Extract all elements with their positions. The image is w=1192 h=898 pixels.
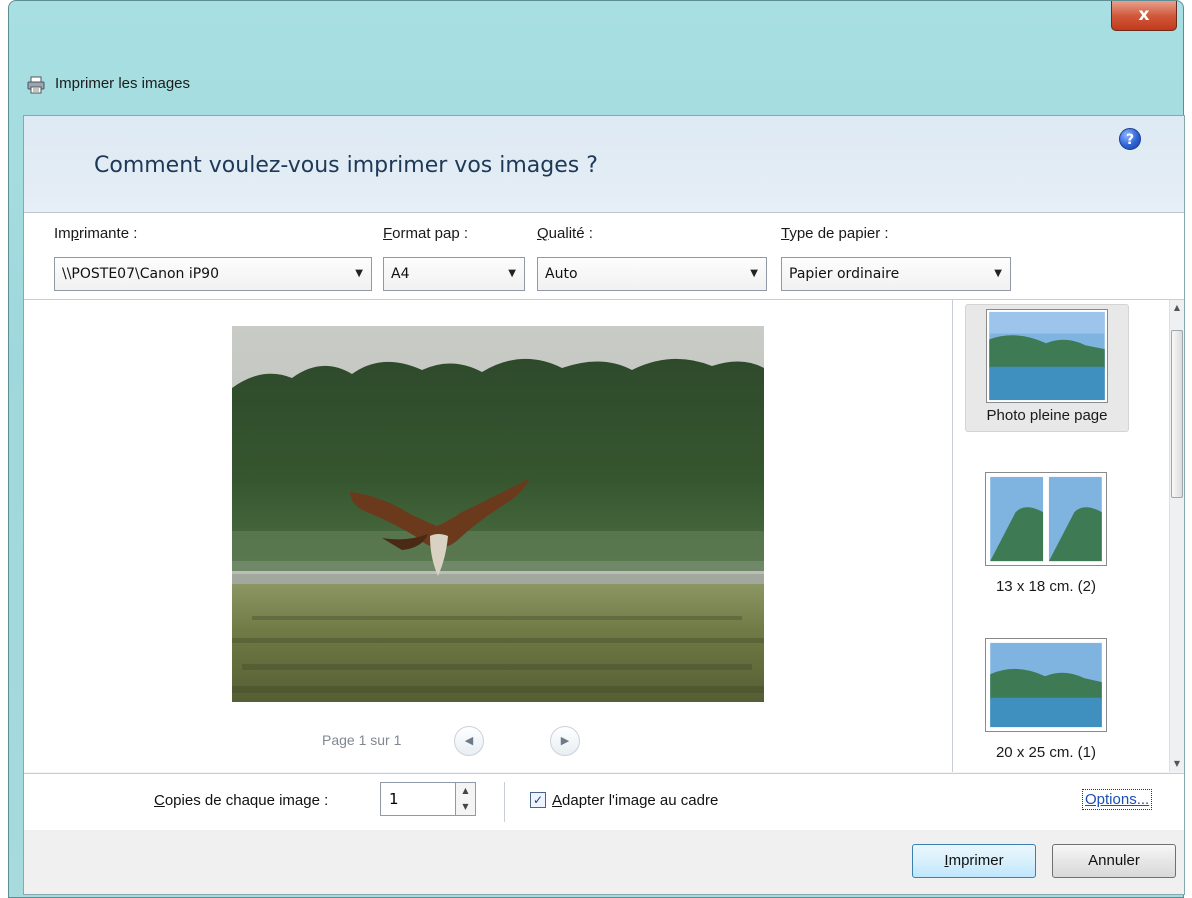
quality-label: Qualité : — [537, 225, 593, 242]
paper-type-label: Type de papier : — [781, 225, 889, 242]
next-page-button[interactable]: ▶ — [550, 726, 580, 756]
paper-size-select[interactable]: A4 ▼ — [383, 257, 525, 291]
copies-input[interactable]: 1 — [380, 782, 456, 816]
print-preview-area: Page 1 sur 1 ◀ ▶ — [24, 300, 953, 772]
layout-item-13x18[interactable]: 13 x 18 cm. (2) — [965, 470, 1127, 596]
paper-type-value: Papier ordinaire — [789, 266, 900, 282]
print-pictures-window: x Imprimer les images Comment voulez-vou… — [8, 0, 1185, 898]
scroll-up-icon[interactable]: ▲ — [1170, 300, 1184, 316]
layout-item-full-page[interactable]: Photo pleine page — [965, 304, 1129, 432]
dialog-heading: Comment voulez-vous imprimer vos images … — [94, 153, 598, 178]
page-indicator: Page 1 sur 1 — [322, 732, 402, 748]
print-options-bar: Copies de chaque image : 1 ▲ ▼ ✓ Adapter… — [24, 773, 1184, 831]
cancel-button[interactable]: Annuler — [1052, 844, 1176, 878]
printer-icon — [27, 76, 45, 94]
printer-select[interactable]: \\POSTE07\Canon iP90 ▼ — [54, 257, 372, 291]
copies-label: Copies de chaque image : — [154, 792, 329, 809]
dialog-footer: Imprimer Annuler — [24, 830, 1184, 894]
previous-page-button[interactable]: ◀ — [454, 726, 484, 756]
layout-scrollbar[interactable]: ▲ ▼ — [1169, 300, 1184, 772]
increment-icon[interactable]: ▲ — [456, 783, 475, 799]
layout-list: Photo pleine page 13 x 18 cm. (2) 20 x 2… — [953, 300, 1169, 772]
copies-stepper[interactable]: ▲ ▼ — [456, 782, 476, 816]
header-band: Comment voulez-vous imprimer vos images … — [24, 116, 1184, 213]
layout-label-20x25: 20 x 25 cm. (1) — [995, 744, 1097, 761]
paper-size-value: A4 — [391, 266, 410, 282]
fit-picture-label[interactable]: Adapter l'image au cadre — [552, 792, 718, 809]
scroll-thumb[interactable] — [1171, 330, 1183, 498]
layout-label-full-page: Photo pleine page — [986, 407, 1108, 424]
layout-label-13x18: 13 x 18 cm. (2) — [995, 578, 1097, 595]
chevron-down-icon: ▼ — [994, 268, 1002, 279]
decrement-icon[interactable]: ▼ — [456, 799, 475, 815]
print-settings-bar: Imprimante : \\POSTE07\Canon iP90 ▼ Form… — [24, 213, 1184, 300]
help-icon[interactable]: ? — [1119, 128, 1141, 150]
window-title: Imprimer les images — [55, 75, 191, 92]
layout-item-20x25[interactable]: 20 x 25 cm. (1) — [965, 636, 1127, 762]
paper-size-label: Format pap : — [383, 225, 469, 242]
printer-label: Imprimante : — [54, 225, 138, 242]
dialog-client-area: Comment voulez-vous imprimer vos images … — [23, 115, 1185, 895]
chevron-down-icon: ▼ — [750, 268, 758, 279]
printer-value: \\POSTE07\Canon iP90 — [62, 266, 219, 282]
arrow-left-icon: ◀ — [464, 734, 474, 747]
divider — [504, 782, 505, 822]
layout-thumbnail-20x25 — [985, 638, 1107, 732]
layout-thumbnail-13x18 — [985, 472, 1107, 566]
arrow-right-icon: ▶ — [560, 734, 570, 747]
options-link[interactable]: Options... — [1082, 789, 1153, 810]
chevron-down-icon: ▼ — [508, 268, 516, 279]
scroll-down-icon[interactable]: ▼ — [1170, 756, 1184, 772]
paper-type-select[interactable]: Papier ordinaire ▼ — [781, 257, 1011, 291]
print-button[interactable]: Imprimer — [912, 844, 1036, 878]
layout-thumbnail-full-page — [986, 309, 1108, 403]
quality-select[interactable]: Auto ▼ — [537, 257, 767, 291]
preview-photo — [232, 326, 764, 702]
fit-picture-checkbox[interactable]: ✓ — [530, 792, 546, 808]
chevron-down-icon: ▼ — [355, 268, 363, 279]
quality-value: Auto — [545, 266, 578, 282]
close-button[interactable]: x — [1111, 1, 1177, 31]
